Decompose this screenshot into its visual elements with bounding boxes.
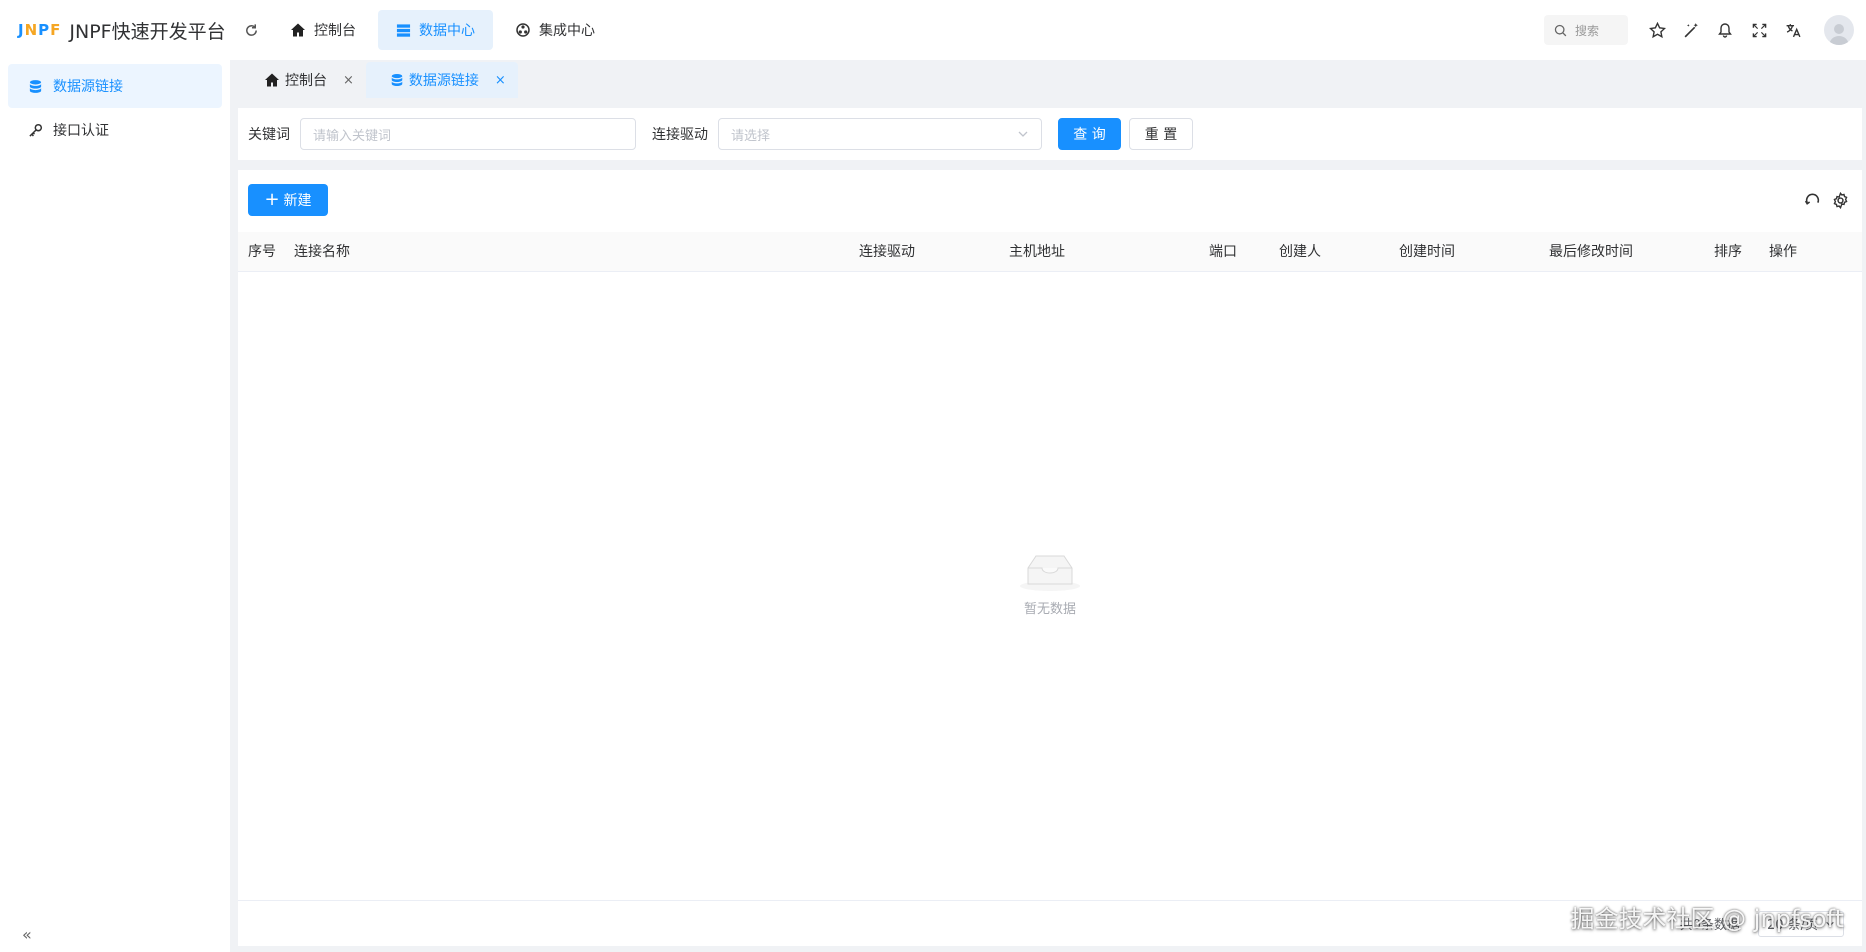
nav-item-label: 集成中心 bbox=[539, 23, 595, 39]
database-icon bbox=[29, 79, 42, 93]
tabs-bar: 控制台 × 数据源链接 × bbox=[240, 62, 518, 98]
tab-console[interactable]: 控制台 × bbox=[240, 62, 366, 98]
tab-label: 控制台 bbox=[285, 73, 327, 89]
search-placeholder: 搜索 bbox=[1575, 23, 1600, 38]
nav-item-integration-center[interactable]: 集成中心 bbox=[497, 10, 613, 50]
keyword-placeholder: 请输入关键词 bbox=[313, 128, 392, 144]
search-panel: 关键词 请输入关键词 连接驱动 请选择 查 询 重 置 bbox=[238, 108, 1862, 160]
add-button[interactable]: + 新建 bbox=[248, 184, 328, 216]
table-header: 序号 连接名称 连接驱动 主机地址 端口 创建人 创建时间 最后修改时间 排序 … bbox=[238, 232, 1862, 272]
fullscreen-icon[interactable] bbox=[1742, 13, 1776, 47]
sidebar: 数据源链接 接口认证 « bbox=[0, 60, 230, 952]
translate-icon[interactable] bbox=[1776, 13, 1810, 47]
sidebar-item-label: 数据源链接 bbox=[53, 79, 123, 95]
chevron-down-icon bbox=[1018, 131, 1028, 137]
app-title: JNPF快速开发平台 bbox=[69, 20, 226, 43]
refresh-icon[interactable] bbox=[230, 9, 272, 51]
watermark: 掘金技术社区 @ jnpfsoft bbox=[1570, 905, 1844, 933]
column-header-host[interactable]: 主机地址 bbox=[1009, 232, 1065, 272]
table-toolbar: + 新建 bbox=[238, 170, 1862, 230]
empty-text: 暂无数据 bbox=[1023, 602, 1076, 617]
sidebar-item-label: 接口认证 bbox=[53, 123, 109, 139]
header-actions: 搜索 bbox=[1544, 13, 1866, 47]
home-icon bbox=[265, 73, 279, 87]
search-icon bbox=[1554, 24, 1567, 36]
column-header-driver[interactable]: 连接驱动 bbox=[859, 232, 915, 272]
logo-mark: JNPF bbox=[18, 21, 62, 39]
column-header-actions[interactable]: 操作 bbox=[1769, 232, 1797, 272]
nav-item-data-center[interactable]: 数据中心 bbox=[378, 10, 493, 50]
empty-box-icon bbox=[1020, 555, 1080, 591]
main-panel: + 新建 序号 连接名称 连接驱动 主机地址 端口 创建人 创建时间 最后修改时… bbox=[238, 170, 1862, 946]
user-icon bbox=[1829, 24, 1849, 45]
user-avatar[interactable] bbox=[1824, 15, 1854, 45]
key-icon bbox=[29, 123, 43, 137]
empty-state: 暂无数据 bbox=[238, 550, 1862, 617]
driver-select[interactable]: 请选择 bbox=[718, 118, 1042, 150]
driver-placeholder: 请选择 bbox=[731, 128, 771, 144]
header-search[interactable]: 搜索 bbox=[1544, 15, 1628, 45]
column-header-port[interactable]: 端口 bbox=[1209, 232, 1237, 272]
column-header-modified-time[interactable]: 最后修改时间 bbox=[1549, 232, 1633, 272]
app-logo[interactable]: JNPF JNPF快速开发平台 bbox=[0, 0, 230, 60]
column-header-created-time[interactable]: 创建时间 bbox=[1399, 232, 1455, 272]
tab-datasource-link[interactable]: 数据源链接 × bbox=[365, 62, 518, 98]
column-header-sort[interactable]: 排序 bbox=[1714, 232, 1742, 272]
sidebar-collapse-icon[interactable]: « bbox=[22, 925, 32, 944]
top-nav: 控制台 数据中心 集成中心 bbox=[272, 0, 617, 60]
sidebar-item-api-auth[interactable]: 接口认证 bbox=[8, 108, 222, 152]
magic-wand-icon[interactable] bbox=[1674, 13, 1708, 47]
nav-item-console[interactable]: 控制台 bbox=[272, 10, 374, 50]
bell-icon[interactable] bbox=[1708, 13, 1742, 47]
add-button-label: 新建 bbox=[283, 193, 312, 209]
sidebar-item-datasource-link[interactable]: 数据源链接 bbox=[8, 64, 222, 108]
keyword-input[interactable]: 请输入关键词 bbox=[300, 118, 636, 150]
gear-icon[interactable] bbox=[1826, 186, 1854, 214]
database-table-icon bbox=[396, 23, 411, 37]
reset-button[interactable]: 重 置 bbox=[1129, 118, 1193, 150]
query-button[interactable]: 查 询 bbox=[1058, 118, 1121, 150]
close-icon[interactable]: × bbox=[495, 73, 506, 88]
top-header: JNPF JNPF快速开发平台 控制台 数据中心 集成中心 搜索 bbox=[0, 0, 1866, 60]
database-icon bbox=[391, 74, 403, 86]
close-icon[interactable]: × bbox=[343, 73, 354, 88]
star-icon[interactable] bbox=[1640, 13, 1674, 47]
nav-item-label: 控制台 bbox=[314, 23, 356, 39]
column-header-creator[interactable]: 创建人 bbox=[1279, 232, 1321, 272]
refresh-icon[interactable] bbox=[1798, 186, 1826, 214]
nav-item-label: 数据中心 bbox=[419, 23, 475, 39]
column-header-connection-name[interactable]: 连接名称 bbox=[294, 232, 350, 272]
plus-icon: + bbox=[264, 189, 280, 210]
integration-icon bbox=[516, 23, 530, 37]
driver-label: 连接驱动 bbox=[652, 127, 708, 143]
column-header-index[interactable]: 序号 bbox=[248, 232, 276, 272]
home-icon bbox=[291, 23, 305, 37]
tab-label: 数据源链接 bbox=[408, 73, 479, 89]
table-tools bbox=[1798, 186, 1862, 214]
keyword-label: 关键词 bbox=[248, 127, 290, 143]
